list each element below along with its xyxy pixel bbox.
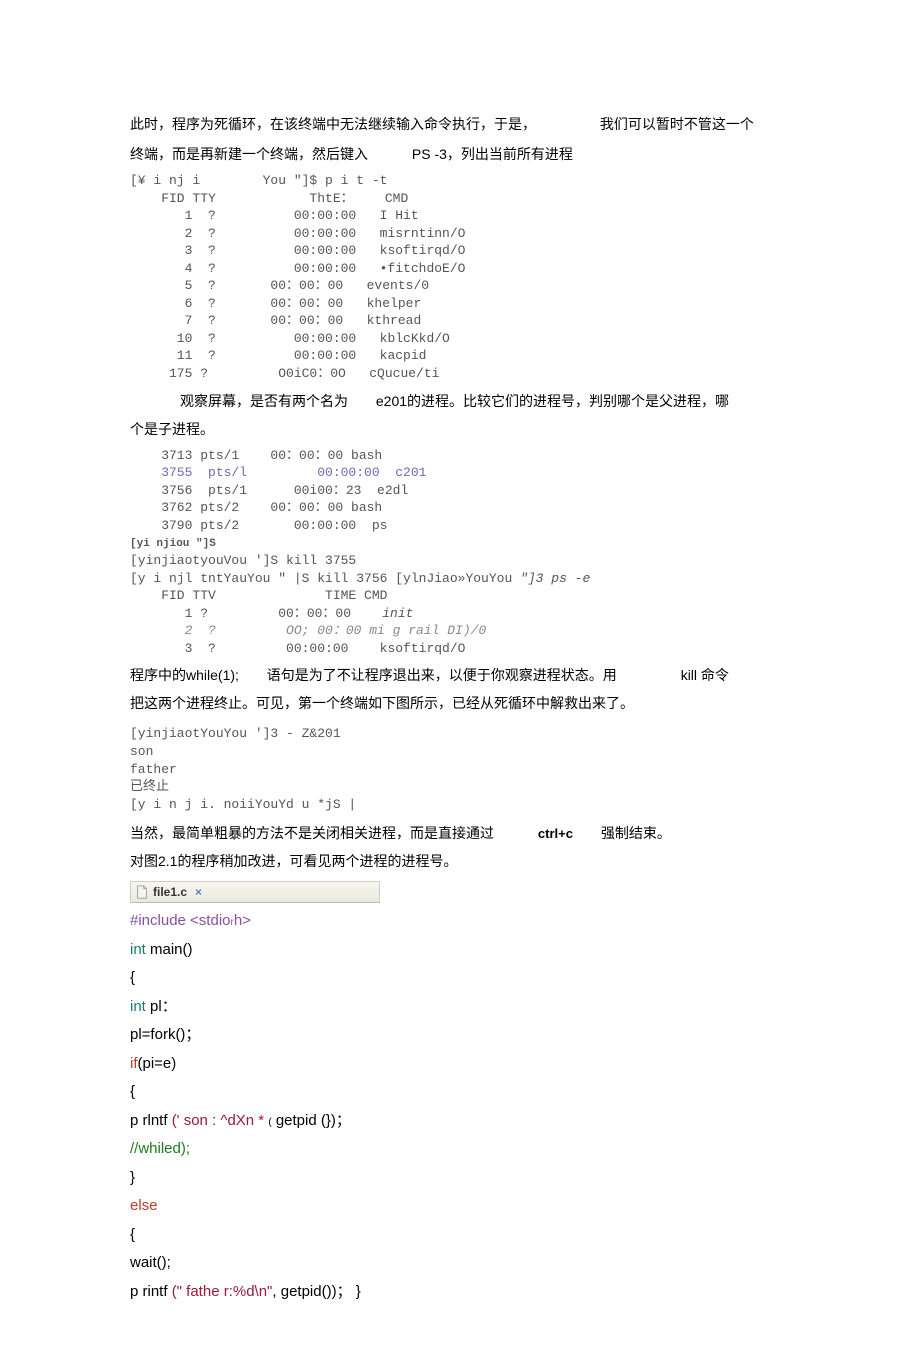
t2-l11: 2 ? OO; 00：00 mi g rail DI)/0 [130, 623, 486, 638]
t2-l5: 3790 pts/2 00:00:00 ps [130, 518, 387, 533]
terminal-output-2: 3713 pts/1 00：00：00 bash 3755 pts/l 00:0… [130, 447, 790, 658]
close-icon[interactable]: × [195, 885, 202, 899]
code-l8: p rlntf (' son : ^dXn * ( getpid (})； [130, 1107, 790, 1136]
code-l14: p rintf (" fathe r:%d\n", getpid())； } [130, 1278, 790, 1307]
t2-l10a: 1 ? 00：00：00 [130, 606, 382, 621]
code-l2: int main() [130, 936, 790, 965]
terminal-output-3: [yinjiaotYouYou ']3 - Z&201 son father 已… [130, 725, 790, 813]
code-l9: //whiled); [130, 1135, 790, 1164]
para3-text-b: e201的进程。比较它们的进程号，判别哪个是父进程，哪 [376, 393, 729, 409]
paragraph-8: 对图2.1的程序稍加改进，可看见两个进程的进程号。 [130, 847, 790, 875]
t2-l2: 3755 pts/l 00:00:00 c201 [130, 465, 426, 480]
paragraph-2: 终端，而是再新建一个终端，然后键入 PS -3，列出当前所有进程 [130, 140, 790, 168]
t2-l12: 3 ? 00:00:00 ksoftirqd/O [130, 641, 465, 656]
p7-a: 当然，最简单粗暴的方法不是关闭相关进程，而是直接通过 [130, 825, 494, 841]
code-l11: else [130, 1192, 790, 1221]
t2-l8b: "]3 ps -e [520, 571, 590, 586]
paragraph-4: 个是子进程。 [130, 415, 790, 443]
para1-text-b: 我们可以暂时不管这一个 [600, 116, 754, 132]
code-l10: } [130, 1164, 790, 1193]
para2-text-a: 终端，而是再新建一个终端，然后键入 [130, 146, 368, 162]
t2-l6: [yi njiou "]S [130, 538, 216, 550]
t2-l3: 3756 pts/1 00i00：23 e2dl [130, 483, 408, 498]
paragraph-1: 此时，程序为死循环，在该终端中无法继续输入命令执行，于是， 我们可以暂时不管这一… [130, 110, 790, 138]
t2-l4: 3762 pts/2 00：00：00 bash [130, 500, 382, 515]
t2-l8: [y i njl tntYauYou " |S kill 3756 [ylnJi… [130, 571, 520, 586]
terminal-output-1: [¥ i nj i You "]$ p i t -t FID TTY ThtE：… [130, 172, 790, 383]
editor-tab-bar: file1.c × [130, 881, 380, 903]
paragraph-5: 程序中的while(1); 语句是为了不让程序退出来，以便于你观察进程状态。用 … [130, 661, 790, 689]
code-l6: if(pi=e) [130, 1050, 790, 1079]
code-l13: wait(); [130, 1249, 790, 1278]
p5-c: kill 命令 [681, 667, 729, 683]
t2-l10b: init [382, 606, 413, 621]
p5-b: 语句是为了不让程序退出来，以便于你观察进程状态。用 [267, 667, 617, 683]
document-page: 此时，程序为死循环，在该终端中无法继续输入命令执行，于是， 我们可以暂时不管这一… [0, 0, 920, 1366]
code-l1: #include <stdiorh> [130, 907, 790, 936]
code-l5: pl=fork()； [130, 1021, 790, 1050]
file-tab[interactable]: file1.c × [135, 885, 202, 899]
p5-a: 程序中的while(1); [130, 667, 239, 683]
code-listing: #include <stdiorh> int main() { int pl： … [130, 907, 790, 1306]
t2-l7: [yinjiaotyouVou ']S kill 3755 [130, 553, 356, 568]
para3-text-a: 观察屏幕，是否有两个名为 [180, 393, 348, 409]
p7-c: 强制结束。 [601, 825, 671, 841]
para1-text-a: 此时，程序为死循环，在该终端中无法继续输入命令执行，于是， [130, 116, 536, 132]
file-icon [135, 885, 149, 899]
code-l12: { [130, 1221, 790, 1250]
file-tab-label: file1.c [153, 885, 187, 899]
code-l3: { [130, 964, 790, 993]
paragraph-7: 当然，最简单粗暴的方法不是关闭相关进程，而是直接通过 ctrl+c 强制结束。 [130, 819, 790, 847]
paragraph-6: 把这两个进程终止。可见，第一个终端如下图所示，已经从死循环中解救出来了。 [130, 689, 790, 717]
paragraph-3: 观察屏幕，是否有两个名为 e201的进程。比较它们的进程号，判别哪个是父进程，哪 [180, 387, 790, 415]
p7-b: ctrl+c [538, 826, 573, 841]
para2-text-b: PS -3，列出当前所有进程 [412, 146, 573, 162]
t2-l1: 3713 pts/1 00：00：00 bash [130, 448, 382, 463]
t2-l9: FID TTV TIME CMD [130, 588, 387, 603]
code-l7: { [130, 1078, 790, 1107]
code-l4: int pl： [130, 993, 790, 1022]
